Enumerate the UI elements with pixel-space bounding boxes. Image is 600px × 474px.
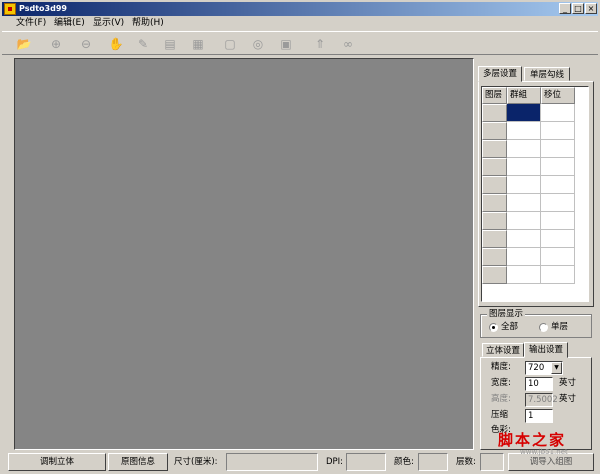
grid-cell-shift[interactable] xyxy=(541,194,575,212)
layer-grid[interactable]: 图层 群組 移位 xyxy=(481,86,589,302)
menu-edit[interactable]: 编辑(E) xyxy=(54,17,85,30)
grid-cell-group[interactable] xyxy=(507,176,541,194)
color-value-panel xyxy=(418,453,448,471)
radio-all-layers[interactable] xyxy=(489,323,498,332)
hand-tool-icon[interactable]: ✋ xyxy=(108,36,124,52)
menu-help[interactable]: 帮助(H) xyxy=(132,17,164,30)
width-field[interactable]: 10 xyxy=(525,377,553,391)
zoom-out-icon[interactable]: ⊖ xyxy=(78,36,94,52)
layer-display-title: 图层显示 xyxy=(487,309,526,319)
document-icon[interactable]: ▤ xyxy=(162,36,178,52)
app-icon[interactable] xyxy=(4,3,16,15)
dpi-value-panel xyxy=(346,453,386,471)
precision-label: 精度: xyxy=(491,362,511,372)
chevron-down-icon[interactable]: ▼ xyxy=(551,362,562,374)
grid-row-header[interactable] xyxy=(482,248,507,266)
grid-row-header[interactable] xyxy=(482,212,507,230)
watermark: 脚本之家 xyxy=(498,431,567,449)
width-unit: 英寸 xyxy=(559,378,577,388)
grid-row-header[interactable] xyxy=(482,266,507,284)
size-label: 尺寸(厘米): xyxy=(174,457,218,467)
grid-cell-shift[interactable] xyxy=(541,158,575,176)
app-window: Psdto3d99 _ □ × 文件(F) 编辑(E) 显示(V) 帮助(H) … xyxy=(0,0,600,474)
zoom-in-icon[interactable]: ⊕ xyxy=(48,36,64,52)
menu-bar: 文件(F) 编辑(E) 显示(V) 帮助(H) xyxy=(2,16,598,31)
maximize-button[interactable]: □ xyxy=(572,3,584,14)
menu-file[interactable]: 文件(F) xyxy=(16,17,46,30)
grid-row-header[interactable] xyxy=(482,230,507,248)
grid-row-header[interactable] xyxy=(482,194,507,212)
pencil-icon[interactable]: ✎ xyxy=(135,36,151,52)
width-label: 宽度: xyxy=(491,378,511,388)
make-3d-button[interactable]: 调制立体 xyxy=(8,453,106,471)
grid-header-shift: 移位 xyxy=(541,87,575,104)
grid-cell-group[interactable] xyxy=(507,140,541,158)
tab-output-settings[interactable]: 输出设置 xyxy=(524,342,568,358)
grid-row-header[interactable] xyxy=(482,140,507,158)
title-bar[interactable]: Psdto3d99 _ □ × xyxy=(2,2,598,16)
precision-value: 720 xyxy=(528,363,545,373)
grid-row-header[interactable] xyxy=(482,158,507,176)
grid-cell-group[interactable] xyxy=(507,122,541,140)
minimize-button[interactable]: _ xyxy=(559,3,571,14)
radio-all-label: 全部 xyxy=(501,322,519,332)
settings-panel: 多层设置 单层勾线 图层 群組 移位 图层显示 全部 单层 立体设置 输出设置 … xyxy=(478,62,594,450)
grid-cell-group[interactable] xyxy=(507,248,541,266)
grid-cell-group[interactable] xyxy=(507,212,541,230)
edit-box-icon[interactable]: ▣ xyxy=(278,36,294,52)
toolbar: 📂 ⊕ ⊖ ✋ ✎ ▤ ▦ ▢ ◎ ▣ ⇑ ∞ xyxy=(2,31,598,55)
grid-cell-shift[interactable] xyxy=(541,140,575,158)
height-label: 高度: xyxy=(491,394,511,404)
grid-cell-group[interactable] xyxy=(507,194,541,212)
grid-cell-shift[interactable] xyxy=(541,248,575,266)
image-info-button[interactable]: 原图信息 xyxy=(108,453,168,471)
tab-3d-settings[interactable]: 立体设置 xyxy=(482,343,524,357)
dpi-label: DPI: xyxy=(326,457,344,467)
layers-value-panel xyxy=(480,453,504,471)
tab-single-layer[interactable]: 单层勾线 xyxy=(524,67,570,81)
grid-cell-group[interactable] xyxy=(507,266,541,284)
grid-cell-shift[interactable] xyxy=(541,104,575,122)
radio-single-layer[interactable] xyxy=(539,323,548,332)
open-folder-icon[interactable]: 📂 xyxy=(16,36,32,52)
close-button[interactable]: × xyxy=(585,3,597,14)
grid-row-header[interactable] xyxy=(482,122,507,140)
compress-label: 压缩 xyxy=(491,410,509,420)
grid-row-header[interactable] xyxy=(482,176,507,194)
layers-label: 层数: xyxy=(456,457,476,467)
grid-cell-shift[interactable] xyxy=(541,266,575,284)
grid-cell-group[interactable] xyxy=(507,158,541,176)
grid-cell-shift[interactable] xyxy=(541,176,575,194)
radio-single-label: 单层 xyxy=(551,322,569,332)
size-value-panel xyxy=(226,453,318,471)
status-bar: 调制立体 原图信息 尺寸(厘米): DPI: 颜色: 层数: 调导入组图 xyxy=(2,452,598,472)
height-field: 7.5002 xyxy=(525,393,558,407)
target-icon[interactable]: ◎ xyxy=(250,36,266,52)
watermark-url: www.jb51.net xyxy=(520,448,568,456)
grid-cell-group[interactable] xyxy=(507,104,541,122)
compress-field[interactable]: 1 xyxy=(525,409,553,423)
link-icon[interactable]: ∞ xyxy=(340,36,356,52)
multi-layer-tab-body: 图层 群組 移位 xyxy=(478,81,594,307)
grid-header-layer: 图层 xyxy=(482,87,507,104)
grid-cell-group[interactable] xyxy=(507,230,541,248)
grid-cell-shift[interactable] xyxy=(541,230,575,248)
arrow-up-icon[interactable]: ⇑ xyxy=(312,36,328,52)
precision-select[interactable]: 720 ▼ xyxy=(525,361,563,375)
height-unit: 英寸 xyxy=(559,394,577,404)
grid-cell-shift[interactable] xyxy=(541,212,575,230)
frame-icon[interactable]: ▢ xyxy=(222,36,238,52)
grid-cell-shift[interactable] xyxy=(541,122,575,140)
image-canvas[interactable] xyxy=(14,58,474,450)
menu-view[interactable]: 显示(V) xyxy=(93,17,124,30)
grid-row-header[interactable] xyxy=(482,104,507,122)
color-status-label: 颜色: xyxy=(394,457,414,467)
tab-multi-layer[interactable]: 多层设置 xyxy=(478,66,522,82)
grid-header-group: 群組 xyxy=(507,87,541,104)
window-title: Psdto3d99 xyxy=(19,4,67,13)
layers-icon[interactable]: ▦ xyxy=(190,36,206,52)
layer-display-group: 图层显示 全部 单层 xyxy=(480,309,592,338)
